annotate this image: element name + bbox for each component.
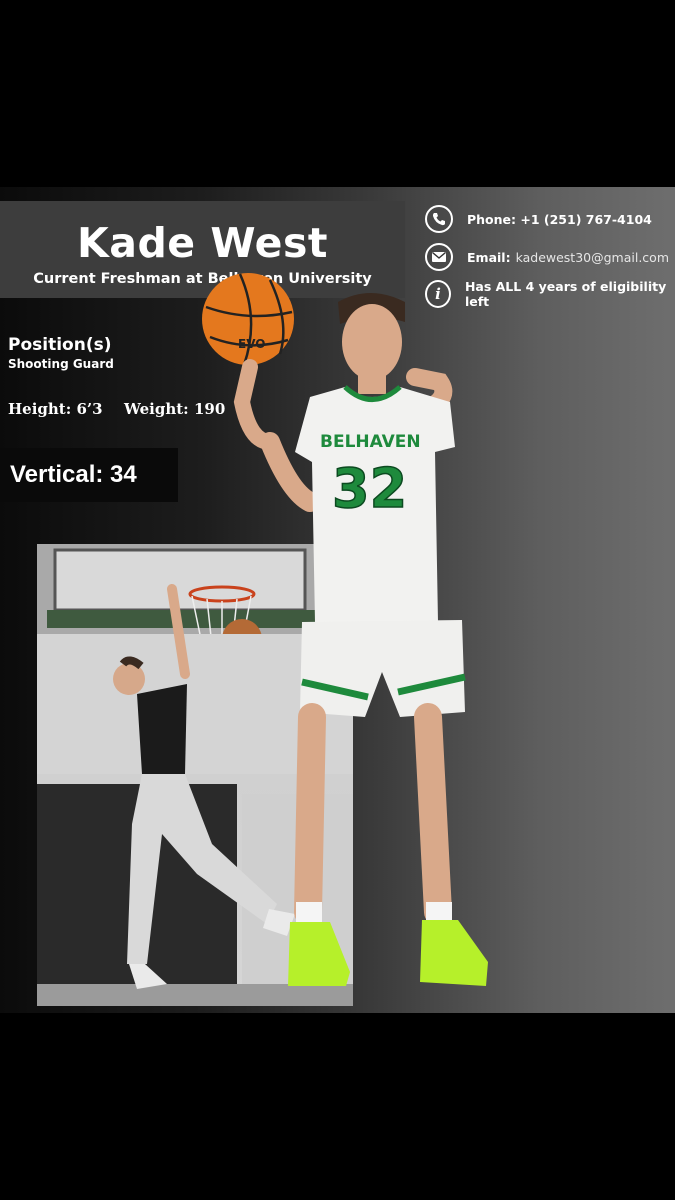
position-value: Shooting Guard: [8, 357, 114, 371]
recruiting-card: Kade West Current Freshman at Belhaven U…: [0, 187, 675, 1013]
basketball-icon: EVO: [202, 273, 294, 366]
contact-email-row: Email: kadewest30@gmail.com: [425, 242, 669, 272]
contact-phone-row: Phone: +1 (251) 767-4104: [425, 204, 652, 234]
player-name: Kade West: [77, 219, 328, 267]
ball-brand: EVO: [238, 337, 265, 351]
vertical-box: Vertical: 34: [0, 448, 178, 502]
player-figure: EVO BELHAVEN 32: [202, 273, 488, 986]
email-icon: [425, 243, 453, 271]
phone-icon: [425, 205, 453, 233]
jersey-number: 32: [332, 457, 407, 520]
jersey-team: BELHAVEN: [320, 432, 421, 452]
email-label: Email:: [467, 249, 511, 265]
position-label: Position(s): [8, 335, 112, 355]
email-value[interactable]: kadewest30@gmail.com: [516, 250, 669, 265]
phone-text[interactable]: Phone: +1 (251) 767-4104: [467, 212, 652, 227]
vertical-stat: Vertical: 34: [10, 461, 137, 488]
height-stat: Height: 6’3: [8, 400, 103, 418]
